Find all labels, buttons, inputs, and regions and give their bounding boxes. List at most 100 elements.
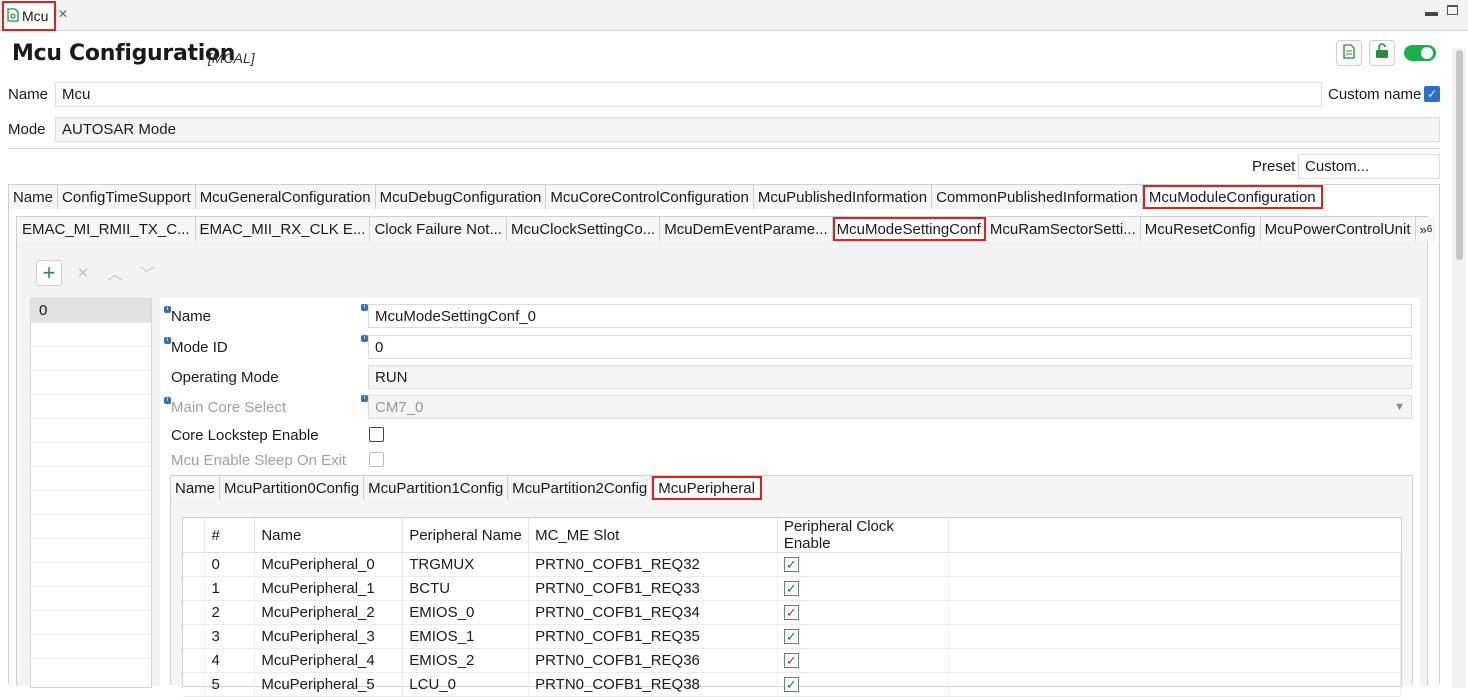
tab-emac-rmii-tx[interactable]: EMAC_MI_RMII_TX_C...	[17, 217, 196, 241]
list-item[interactable]: 0	[31, 299, 151, 323]
tab-clock-setting[interactable]: McuClockSettingCo...	[506, 217, 661, 241]
tab-clock-failure[interactable]: Clock Failure Not...	[370, 217, 507, 241]
clock-enable-checkbox[interactable]: ✓	[783, 605, 799, 620]
mode-field[interactable]: AUTOSAR Mode	[55, 117, 1440, 142]
tab-inner-name[interactable]: Name	[171, 476, 221, 500]
tab-general-configuration[interactable]: McuGeneralConfiguration	[195, 185, 376, 209]
cell-mc-me-slot[interactable]: PRTN0_COFB1_REQ34	[528, 600, 778, 625]
cell-name[interactable]: McuPeripheral_0	[254, 552, 404, 577]
cell-peripheral-name[interactable]: EMIOS_1	[402, 624, 530, 649]
tab-dem-event[interactable]: McuDemEventParame...	[660, 217, 833, 241]
tab-ram-sector[interactable]: McuRamSectorSetti...	[985, 217, 1141, 241]
column-header-index[interactable]: #	[204, 518, 256, 553]
table-row[interactable]: 5 McuPeripheral_5 LCU_0 PRTN0_COFB1_REQ3…	[183, 672, 1401, 697]
cell-peripheral-name[interactable]: LCU_0	[402, 672, 530, 697]
column-header-clock-enable[interactable]: Peripheral Clock Enable	[777, 518, 949, 553]
clock-enable-checkbox[interactable]: ✓	[783, 629, 799, 644]
info-icon: i	[164, 397, 171, 404]
cell-filler	[948, 600, 1401, 625]
more-tabs-button[interactable]: » 6	[1415, 217, 1437, 241]
document-icon	[1343, 43, 1355, 63]
sleep-on-exit-checkbox[interactable]	[369, 452, 384, 467]
main-core-select[interactable]: CM7_0 ▼	[368, 395, 1412, 419]
cell-mc-me-slot[interactable]: PRTN0_COFB1_REQ33	[528, 576, 778, 601]
table-row[interactable]: 3 McuPeripheral_3 EMIOS_1 PRTN0_COFB1_RE…	[183, 624, 1401, 649]
move-up-button[interactable]: ︿	[102, 260, 128, 286]
cell-clock-enable: ✓	[777, 576, 949, 601]
clock-enable-checkbox[interactable]: ✓	[783, 581, 799, 596]
tab-mcu-peripheral[interactable]: McuPeripheral	[652, 476, 762, 500]
cell-peripheral-name[interactable]: TRGMUX	[402, 552, 530, 577]
tab-debug-configuration[interactable]: McuDebugConfiguration	[375, 185, 547, 209]
core-lockstep-checkbox[interactable]	[369, 427, 384, 442]
table-row[interactable]: 0 McuPeripheral_0 TRGMUX PRTN0_COFB1_REQ…	[183, 552, 1401, 577]
table-row[interactable]: 2 McuPeripheral_2 EMIOS_0 PRTN0_COFB1_RE…	[183, 600, 1401, 625]
row-selector[interactable]	[183, 552, 206, 577]
add-button[interactable]: +	[36, 260, 62, 286]
document-button[interactable]	[1336, 40, 1362, 66]
chevron-down-icon: ﹀	[139, 265, 155, 283]
list-item-empty	[31, 419, 151, 443]
maximize-icon[interactable]	[1447, 5, 1458, 15]
cell-name[interactable]: McuPeripheral_2	[254, 600, 404, 625]
row-selector[interactable]	[183, 600, 206, 625]
cell-mc-me-slot[interactable]: PRTN0_COFB1_REQ36	[528, 648, 778, 673]
tab-power-control-unit[interactable]: McuPowerControlUnit	[1260, 217, 1416, 241]
operating-mode-field[interactable]: RUN	[368, 365, 1412, 389]
cell-name[interactable]: McuPeripheral_4	[254, 648, 404, 673]
name-input[interactable]: Mcu	[55, 82, 1322, 107]
cell-name[interactable]: McuPeripheral_5	[254, 672, 404, 697]
tab-emac-mii-rx[interactable]: EMAC_MII_RX_CLK E...	[195, 217, 371, 241]
clock-enable-checkbox[interactable]: ✓	[783, 653, 799, 668]
tab-core-control-configuration[interactable]: McuCoreControlConfiguration	[546, 185, 754, 209]
preset-select[interactable]: Custom...	[1298, 154, 1440, 179]
row-selector[interactable]	[183, 648, 206, 673]
list-item-empty	[31, 371, 151, 395]
cell-clock-enable: ✓	[777, 624, 949, 649]
cell-index: 5	[204, 672, 256, 697]
cell-mc-me-slot[interactable]: PRTN0_COFB1_REQ38	[528, 672, 778, 697]
column-header-name[interactable]: Name	[254, 518, 404, 553]
remove-button[interactable]: ✕	[70, 260, 96, 286]
cell-name[interactable]: McuPeripheral_1	[254, 576, 404, 601]
editor-tab-mcu[interactable]: Mcu	[2, 1, 56, 31]
clock-enable-checkbox[interactable]: ✓	[783, 677, 799, 692]
row-selector[interactable]	[183, 576, 206, 601]
row-selector[interactable]	[183, 672, 206, 697]
column-header-mc-me-slot[interactable]: MC_ME Slot	[528, 518, 778, 553]
column-header-peripheral-name[interactable]: Peripheral Name	[402, 518, 530, 553]
unlock-button[interactable]	[1369, 40, 1395, 66]
close-icon[interactable]: ✕	[58, 7, 68, 21]
custom-name-checkbox[interactable]: ✓	[1424, 86, 1440, 102]
conf-name-input[interactable]: McuModeSettingConf_0	[368, 304, 1412, 328]
tab-name[interactable]: Name	[9, 185, 59, 209]
cell-mc-me-slot[interactable]: PRTN0_COFB1_REQ35	[528, 624, 778, 649]
cell-peripheral-name[interactable]: EMIOS_0	[402, 600, 530, 625]
mode-id-input[interactable]: 0	[368, 335, 1412, 359]
cell-filler	[948, 672, 1401, 697]
minimize-icon[interactable]: ▬	[1425, 4, 1438, 19]
tab-partition1-config[interactable]: McuPartition1Config	[364, 476, 509, 500]
cell-index: 2	[204, 600, 256, 625]
list-item-empty	[31, 587, 151, 611]
table-row[interactable]: 1 McuPeripheral_1 BCTU PRTN0_COFB1_REQ33…	[183, 576, 1401, 601]
cell-peripheral-name[interactable]: BCTU	[402, 576, 530, 601]
cell-name[interactable]: McuPeripheral_3	[254, 624, 404, 649]
list-item-empty	[31, 467, 151, 491]
tab-common-published-information[interactable]: CommonPublishedInformation	[932, 185, 1143, 209]
sleep-on-exit-label: Mcu Enable Sleep On Exit	[171, 452, 347, 469]
tab-published-information[interactable]: McuPublishedInformation	[753, 185, 933, 209]
tab-mode-setting-conf[interactable]: McuModeSettingConf	[832, 217, 986, 241]
tab-partition0-config[interactable]: McuPartition0Config	[220, 476, 365, 500]
row-selector[interactable]	[183, 624, 206, 649]
tab-module-configuration[interactable]: McuModuleConfiguration	[1142, 185, 1323, 209]
scrollbar-thumb[interactable]	[1456, 50, 1463, 260]
tab-config-time-support[interactable]: ConfigTimeSupport	[58, 185, 196, 209]
cell-mc-me-slot[interactable]: PRTN0_COFB1_REQ32	[528, 552, 778, 577]
clock-enable-checkbox[interactable]: ✓	[783, 557, 799, 572]
tab-partition2-config[interactable]: McuPartition2Config	[508, 476, 653, 500]
cell-peripheral-name[interactable]: EMIOS_2	[402, 648, 530, 673]
tab-reset-config[interactable]: McuResetConfig	[1140, 217, 1261, 241]
move-down-button[interactable]: ﹀	[134, 260, 160, 286]
table-row[interactable]: 4 McuPeripheral_4 EMIOS_2 PRTN0_COFB1_RE…	[183, 648, 1401, 673]
